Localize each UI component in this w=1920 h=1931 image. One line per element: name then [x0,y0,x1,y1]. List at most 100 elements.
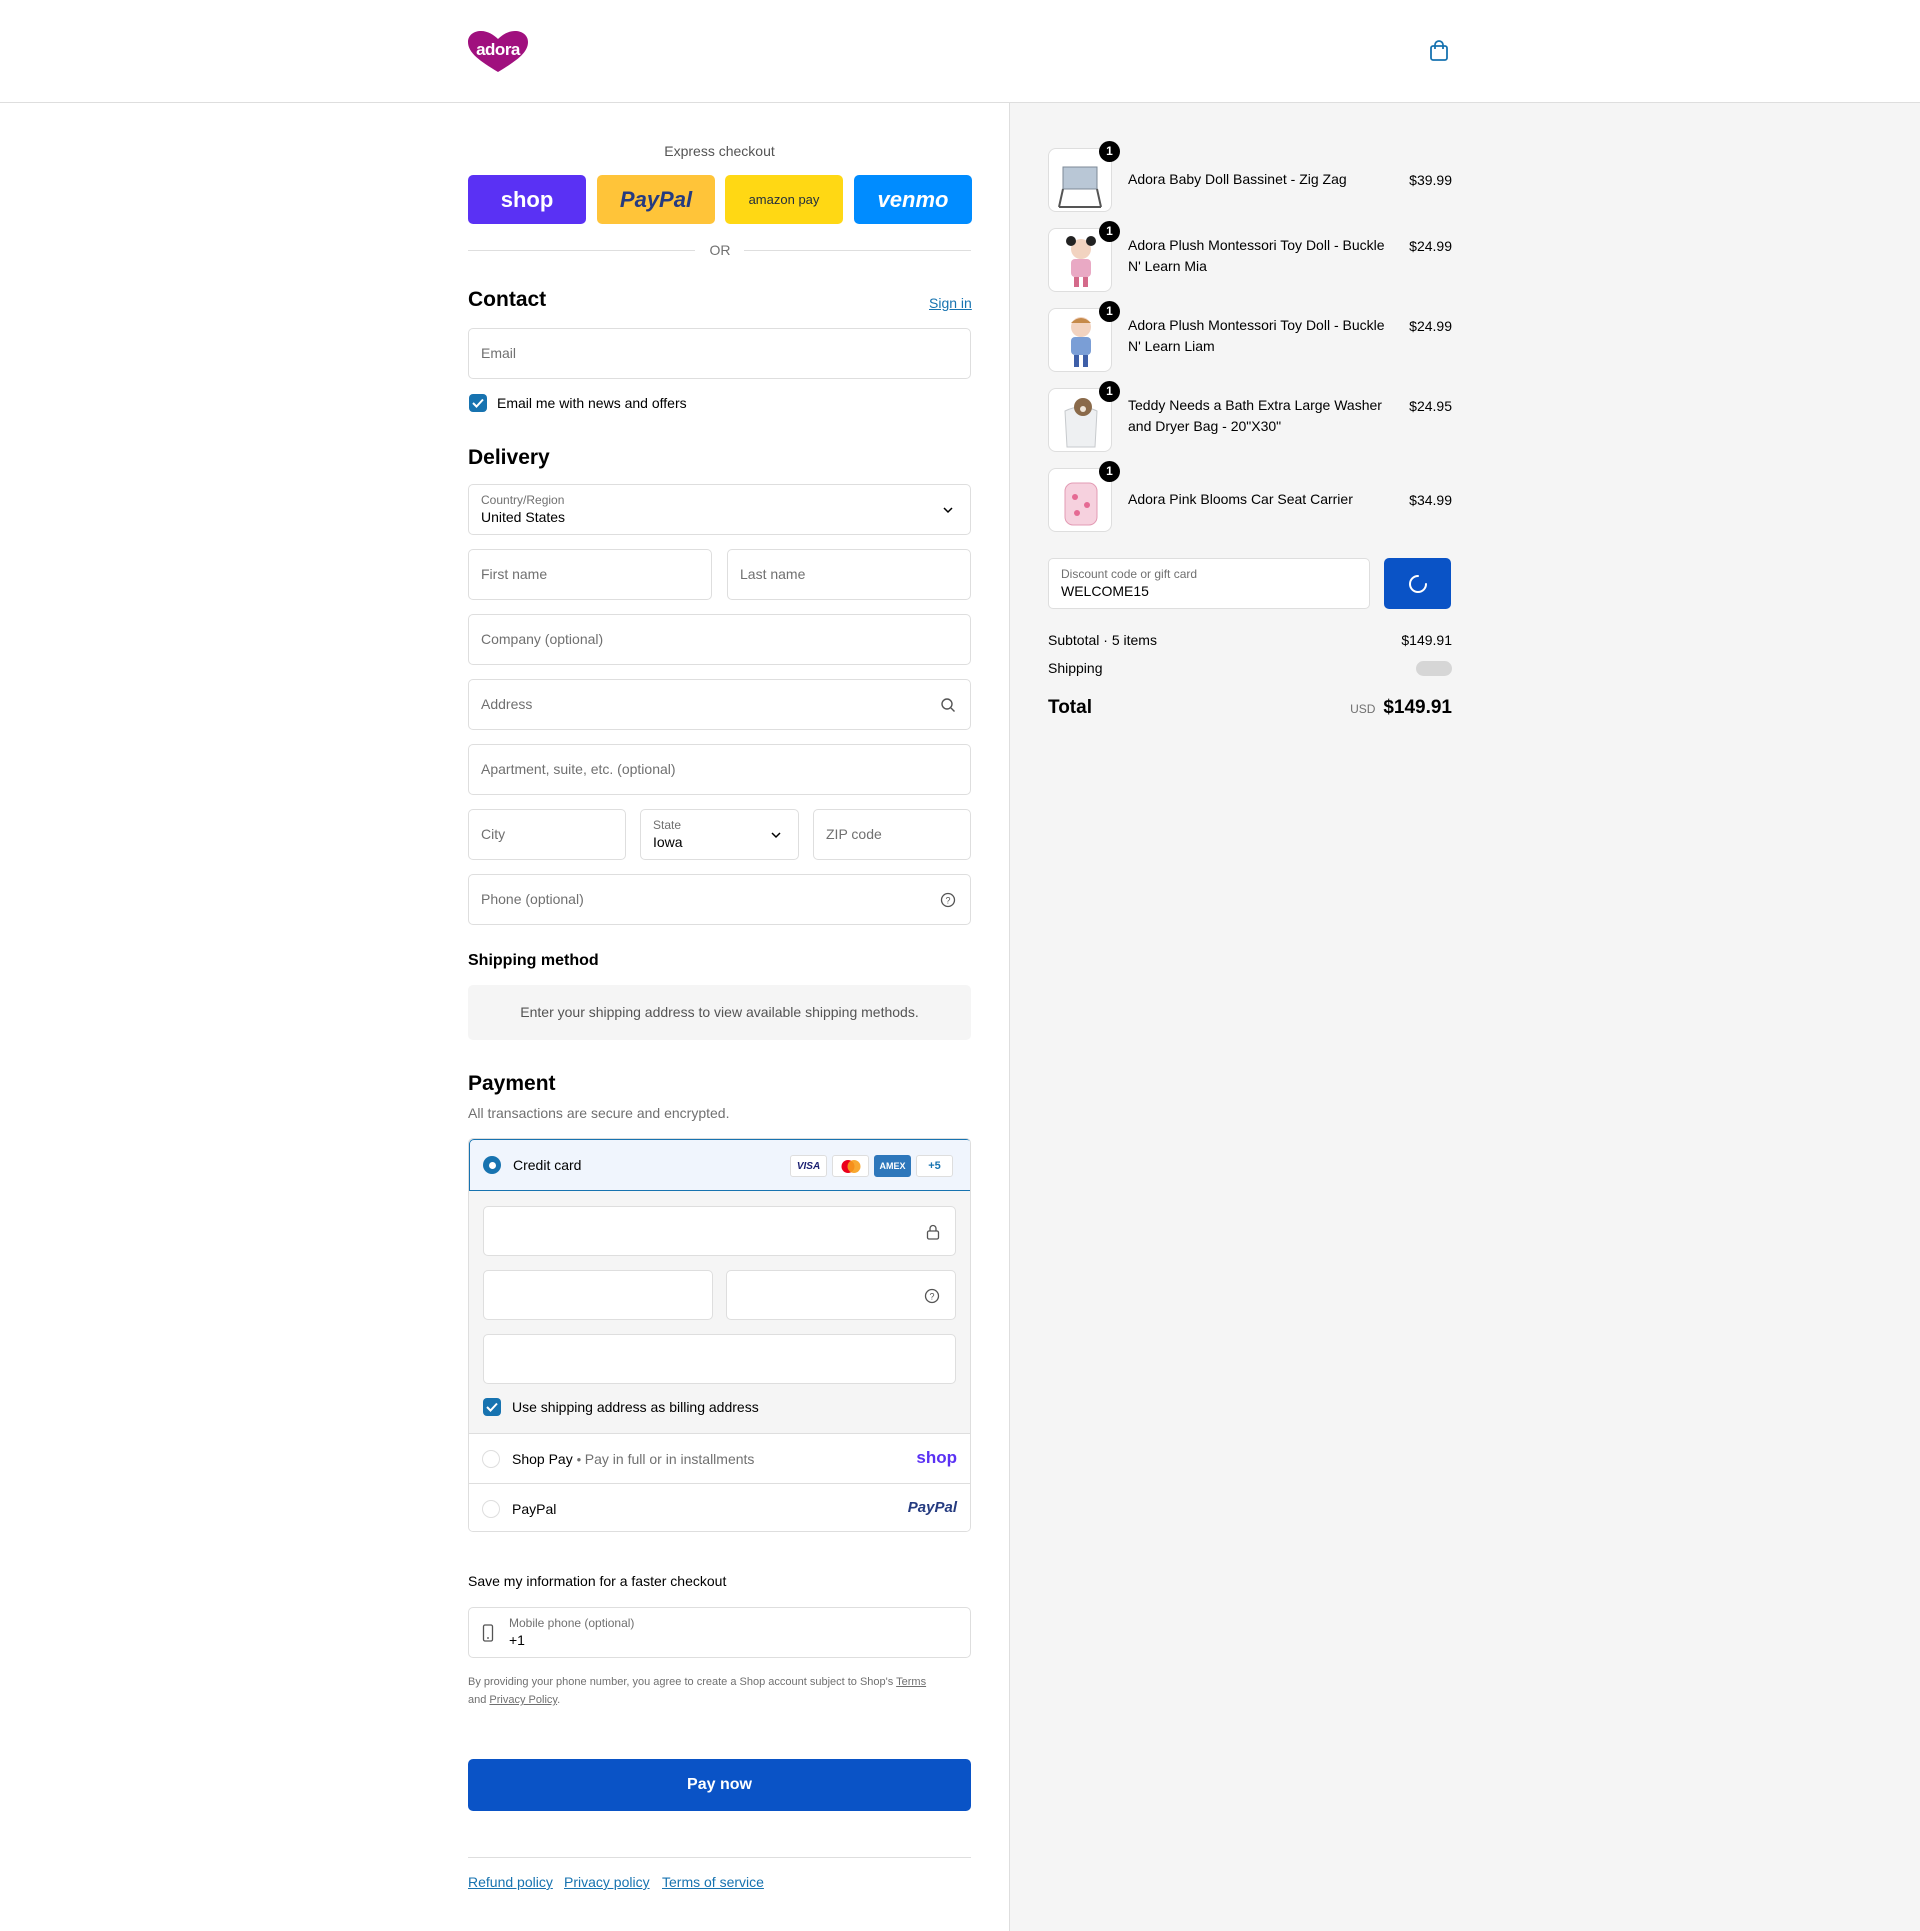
terms-link[interactable]: Terms [896,1676,926,1688]
shop-pay-express-button[interactable]: shop [468,175,586,224]
phone-field[interactable]: Phone (optional) ? [468,874,971,925]
order-summary-panel [1009,103,1920,1931]
adora-logo[interactable]: adora [468,31,528,73]
address-field[interactable]: Address [468,679,971,730]
legal-period: . [557,1694,561,1706]
shop-pay-label: Shop Pay • Pay in full or in installment… [512,1451,755,1467]
state-value: Iowa [653,834,683,850]
sign-in-link[interactable]: Sign in [929,295,972,311]
total-value: $149.91 [1383,697,1452,718]
security-code-field[interactable]: ? [726,1270,956,1320]
mobile-phone-field[interactable]: Mobile phone (optional) +1 [468,1607,971,1658]
footer-divider [468,1857,971,1858]
item-name: Adora Pink Blooms Car Seat Carrier [1128,491,1353,507]
contact-heading: Contact [468,288,547,311]
subtotal-row: Subtotal · 5 items $149.91 [1048,632,1452,648]
discount-code-value: WELCOME15 [1061,583,1149,599]
product-thumbnail: 1 [1048,301,1120,372]
venmo-logo: venmo [877,186,949,212]
quantity-badge: 1 [1099,381,1120,402]
quantity-badge: 1 [1099,461,1120,482]
apartment-field[interactable]: Apartment, suite, etc. (optional) [468,744,971,795]
state-select[interactable]: State Iowa [640,809,799,860]
company-field[interactable]: Company (optional) [468,614,971,665]
amazon-pay-logo: amazon pay [748,192,820,207]
discount-code-label: Discount code or gift card [1061,567,1198,581]
credit-card-radio[interactable] [483,1156,501,1174]
loading-spinner-icon [1408,574,1427,593]
line-item: 1 Adora Plush Montessori Toy Doll - Buck… [1048,221,1452,294]
line-item: 1 Adora Plush Montessori Toy Doll - Buck… [1048,301,1452,374]
chevron-down-icon [943,507,953,514]
country-label: Country/Region [481,493,565,507]
shipping-method-heading: Shipping method [468,952,599,969]
first-name-field[interactable]: First name [468,549,712,600]
expiration-field[interactable] [483,1270,713,1320]
product-thumbnail: 1 [1048,381,1120,452]
divider-left [468,250,695,251]
venmo-express-button[interactable]: venmo [854,175,972,224]
payment-methods: Credit card VISA AMEX +5 ? Use shipping … [468,1138,971,1532]
line-item: 1 Adora Pink Blooms Car Seat Carrier $34… [1048,461,1452,534]
city-field[interactable]: City [468,809,626,860]
email-placeholder: Email [481,345,517,361]
chevron-down-icon [771,832,781,839]
terms-of-service-link[interactable]: Terms of service [662,1874,764,1890]
zip-placeholder: ZIP code [826,826,882,842]
header: adora [0,0,1920,103]
billing-checkbox[interactable] [483,1398,501,1416]
country-value: United States [481,509,566,525]
country-select[interactable]: Country/Region United States [468,484,971,535]
or-divider-text: OR [709,242,731,258]
discount-code-field[interactable]: Discount code or gift card WELCOME15 [1048,558,1370,609]
payment-heading: Payment [468,1072,556,1095]
item-price: $24.99 [1409,238,1452,254]
news-checkbox[interactable] [469,394,487,412]
total-row: Total USD $149.91 [1048,697,1452,723]
help-circle-icon[interactable]: ? [924,1288,940,1304]
paypal-radio[interactable] [482,1500,500,1518]
shipping-label: Shipping [1048,660,1103,676]
mobile-phone-value: +1 [509,1632,525,1648]
shop-pay-name: Shop Pay [512,1451,573,1467]
credit-card-option[interactable]: Credit card VISA AMEX +5 [469,1139,970,1191]
paypal-option[interactable]: PayPal PayPal [469,1483,970,1531]
credit-card-label: Credit card [513,1157,582,1173]
quantity-badge: 1 [1099,221,1120,242]
item-price: $24.99 [1409,318,1452,334]
amazon-pay-express-button[interactable]: amazon pay [725,175,843,224]
line-item: 1 Adora Baby Doll Bassinet - Zig Zag $39… [1048,141,1452,214]
privacy-policy-link[interactable]: Privacy Policy [489,1694,557,1706]
shipping-row: Shipping [1048,660,1452,676]
payment-subtitle: All transactions are secure and encrypte… [468,1105,730,1121]
shipping-method-message: Enter your shipping address to view avai… [468,985,971,1040]
last-name-field[interactable]: Last name [727,549,971,600]
billing-checkbox-label: Use shipping address as billing address [512,1399,759,1415]
shop-pay-logo: shop [916,1448,957,1467]
news-checkbox-label: Email me with news and offers [497,395,687,411]
shipping-loading-placeholder [1416,661,1452,676]
legal-and: and [468,1694,487,1706]
shop-pay-option[interactable]: Shop Pay • Pay in full or in installment… [469,1434,970,1483]
shop-pay-radio[interactable] [482,1450,500,1468]
shopping-bag-icon[interactable] [1428,40,1450,62]
check-icon [486,1402,498,1412]
help-circle-icon[interactable]: ? [940,892,956,908]
item-price: $34.99 [1409,492,1452,508]
refund-policy-link[interactable]: Refund policy [468,1874,553,1890]
lock-icon [926,1224,940,1240]
product-thumbnail: 1 [1048,461,1120,532]
zip-field[interactable]: ZIP code [813,809,971,860]
mastercard-icon [832,1155,869,1177]
product-thumbnail: 1 [1048,141,1120,212]
company-placeholder: Company (optional) [481,631,604,647]
privacy-policy-footer-link[interactable]: Privacy policy [564,1874,650,1890]
name-on-card-field[interactable] [483,1334,956,1384]
paypal-express-button[interactable]: PayPal [597,175,715,224]
subtotal-label: Subtotal · 5 items [1048,632,1157,648]
email-field[interactable]: Email [468,328,971,379]
card-number-field[interactable] [483,1206,956,1256]
apply-discount-button[interactable] [1384,558,1451,609]
delivery-heading: Delivery [468,446,550,469]
pay-now-button[interactable]: Pay now [468,1759,971,1811]
